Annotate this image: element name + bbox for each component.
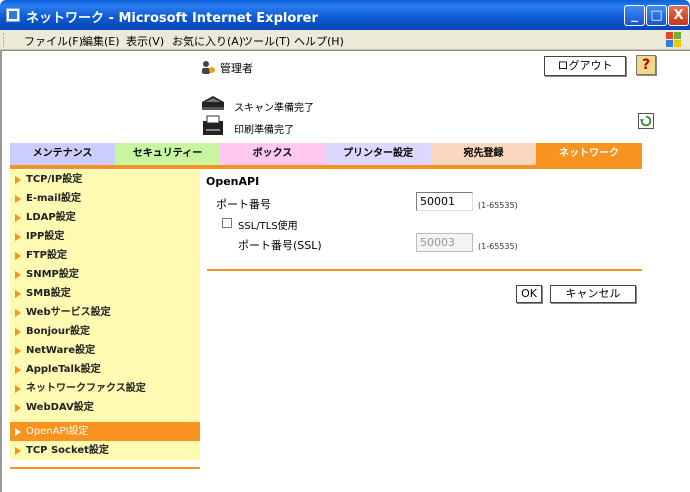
cancel-button[interactable]: キャンセル: [550, 285, 636, 303]
tab-maintenance[interactable]: メンテナンス: [10, 143, 115, 165]
scanner-icon: [202, 96, 224, 110]
sidebar-item-openapi[interactable]: OpenAPI設定: [10, 422, 200, 441]
sidebar-item-tcp-socket[interactable]: TCP Socket設定: [10, 441, 200, 460]
ssl-port-label: ポート番号(SSL): [238, 239, 322, 252]
refresh-icon[interactable]: [638, 113, 654, 129]
sidebar-item-appletalk[interactable]: AppleTalk設定: [10, 360, 200, 379]
ok-button[interactable]: OK: [516, 285, 542, 303]
menu-tools[interactable]: ツール(T): [242, 33, 290, 49]
user-role-label: 管理者: [220, 62, 253, 75]
sidebar: TCP/IP設定 E-mail設定 LDAP設定 IPP設定 FTP設定 SNM…: [10, 170, 200, 460]
sidebar-item-tcpip[interactable]: TCP/IP設定: [10, 170, 200, 189]
sidebar-item-ldap[interactable]: LDAP設定: [10, 208, 200, 227]
form-divider: [207, 269, 642, 271]
sidebar-item-netware[interactable]: NetWare設定: [10, 341, 200, 360]
port-range: (1-65535): [478, 201, 518, 210]
main-tabs: メンテナンス セキュリティー ボックス プリンター設定 宛先登録 ネットワーク: [10, 143, 642, 165]
toolbar-grip: [3, 33, 6, 47]
content-border-top: [0, 50, 690, 51]
maximize-button[interactable]: □: [646, 5, 667, 26]
printer-icon: [203, 115, 223, 135]
window-title: ネットワーク - Microsoft Internet Explorer: [26, 11, 318, 26]
ssl-port-range: (1-65535): [478, 242, 518, 251]
scan-status: スキャン準備完了: [234, 103, 314, 114]
close-button[interactable]: X: [668, 5, 689, 26]
port-input[interactable]: [416, 192, 473, 211]
tab-box[interactable]: ボックス: [220, 143, 325, 165]
windows-logo-icon: [666, 32, 682, 48]
sidebar-item-network-fax[interactable]: ネットワークファクス設定: [10, 379, 200, 398]
menu-bar: ファイル(F) 編集(E) 表示(V) お気に入り(A) ツール(T) ヘルプ(…: [0, 30, 690, 50]
tab-underline: [10, 165, 642, 169]
tab-network[interactable]: ネットワーク: [536, 143, 642, 165]
port-label: ポート番号: [216, 198, 271, 211]
sidebar-item-bonjour[interactable]: Bonjour設定: [10, 322, 200, 341]
sidebar-item-ftp[interactable]: FTP設定: [10, 246, 200, 265]
sidebar-bottom-line: [10, 467, 200, 469]
logout-button[interactable]: ログアウト: [544, 56, 626, 76]
content-border-left: [0, 50, 2, 492]
sidebar-item-webdav[interactable]: WebDAV設定: [10, 398, 200, 417]
tab-security[interactable]: セキュリティー: [115, 143, 220, 165]
ssl-tls-checkbox[interactable]: [222, 218, 232, 228]
menu-favorites[interactable]: お気に入り(A): [172, 33, 243, 49]
print-status: 印刷準備完了: [234, 125, 294, 136]
ssl-port-input[interactable]: [416, 233, 473, 252]
ie-page-icon: [6, 8, 20, 22]
menu-help[interactable]: ヘルプ(H): [294, 33, 344, 49]
tab-printer-settings[interactable]: プリンター設定: [325, 143, 431, 165]
menu-view[interactable]: 表示(V): [126, 33, 164, 49]
admin-user-icon: [202, 61, 215, 74]
tab-address-registration[interactable]: 宛先登録: [431, 143, 536, 165]
sidebar-item-ipp[interactable]: IPP設定: [10, 227, 200, 246]
menu-edit[interactable]: 編集(E): [82, 33, 120, 49]
menu-file[interactable]: ファイル(F): [24, 33, 83, 49]
section-title: OpenAPI: [206, 175, 260, 188]
sidebar-item-snmp[interactable]: SNMP設定: [10, 265, 200, 284]
help-icon[interactable]: [636, 55, 656, 75]
minimize-button[interactable]: _: [624, 5, 645, 26]
sidebar-item-email[interactable]: E-mail設定: [10, 189, 200, 208]
sidebar-item-smb[interactable]: SMB設定: [10, 284, 200, 303]
window-title-bar: ネットワーク - Microsoft Internet Explorer _ □…: [0, 0, 690, 30]
ssl-tls-label: SSL/TLS使用: [238, 221, 298, 232]
sidebar-item-web-services[interactable]: Webサービス設定: [10, 303, 200, 322]
